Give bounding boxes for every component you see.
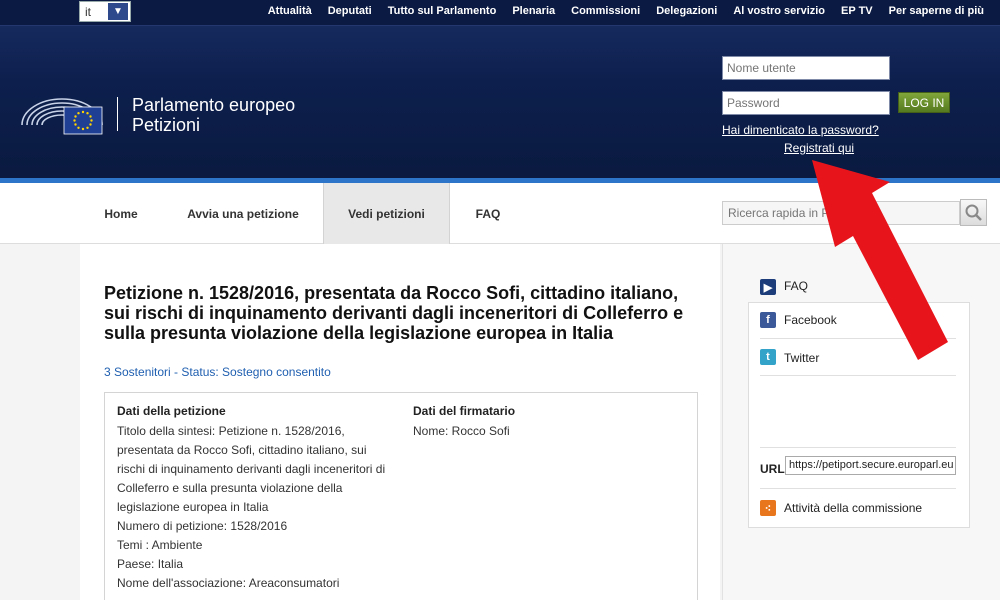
petition-details-text: Titolo della sintesi: Petizione n. 1528/… xyxy=(117,422,387,593)
detail-line: legislazione europea in Italia xyxy=(117,500,269,514)
menu-item-al-vostro-servizio[interactable]: Al vostro servizio xyxy=(733,5,825,17)
detail-line: Numero di petizione: 1528/2016 xyxy=(117,519,288,533)
site-header: it ▼ Attualità Deputati Tutto sul Parlam… xyxy=(0,0,1000,178)
committee-activity-link[interactable]: Attività della commissione xyxy=(784,501,922,515)
top-menu: Attualità Deputati Tutto sul Parlamento … xyxy=(268,5,984,17)
twitter-link[interactable]: Twitter xyxy=(784,351,819,365)
forgot-password-link[interactable]: Hai dimenticato la password? xyxy=(722,123,879,137)
language-value: it xyxy=(85,4,91,19)
detail-line: Nome dell'associazione: Areaconsumatori xyxy=(117,576,340,590)
url-field[interactable]: https://petiport.secure.europarl.eu xyxy=(785,456,956,475)
password-input[interactable] xyxy=(722,91,890,115)
share-divider xyxy=(760,447,956,448)
sidebar-faq-link[interactable]: FAQ xyxy=(784,279,808,293)
facebook-link[interactable]: Facebook xyxy=(784,313,837,327)
menu-item-ep-tv[interactable]: EP TV xyxy=(841,5,873,17)
menu-item-commissioni[interactable]: Commissioni xyxy=(571,5,640,17)
rss-icon[interactable]: ⁖ xyxy=(760,500,776,516)
nav-faq[interactable]: FAQ xyxy=(460,183,516,244)
petition-status-line[interactable]: 3 Sostenitori - Status: Sostegno consent… xyxy=(104,365,331,379)
petition-details-heading: Dati della petizione xyxy=(117,404,226,418)
url-label: URL xyxy=(760,462,785,476)
menu-item-plenaria[interactable]: Plenaria xyxy=(512,5,555,17)
dropdown-arrow-icon[interactable]: ▼ xyxy=(108,3,128,20)
detail-line: Temi : Ambiente xyxy=(117,538,203,552)
detail-line: Paese: Italia xyxy=(117,557,184,571)
menu-item-deputati[interactable]: Deputati xyxy=(328,5,372,17)
detail-line: rischi di inquinamento derivanti dagli i… xyxy=(117,462,386,476)
signatory-name: Nome: Rocco Sofi xyxy=(413,424,510,438)
nav-view-petitions[interactable]: Vedi petizioni xyxy=(323,183,450,244)
username-input[interactable] xyxy=(722,56,890,80)
nav-start-petition[interactable]: Avvia una petizione xyxy=(172,183,314,244)
site-logo[interactable]: Parlamento europeo Petizioni xyxy=(20,85,320,140)
main-navigation: Home Avvia una petizione Vedi petizioni … xyxy=(0,183,1000,244)
share-divider xyxy=(760,338,956,339)
search-button[interactable] xyxy=(960,199,987,226)
play-icon[interactable]: ▶ xyxy=(760,279,776,295)
menu-item-tutto-sul-parlamento[interactable]: Tutto sul Parlamento xyxy=(388,5,497,17)
detail-line: Titolo della sintesi: Petizione n. 1528/… xyxy=(117,424,345,438)
logo-divider xyxy=(117,97,118,131)
menu-item-per-saperne-di-piu[interactable]: Per saperne di più xyxy=(889,5,984,17)
signatory-details-heading: Dati del firmatario xyxy=(413,404,516,418)
magnifier-icon xyxy=(965,204,982,221)
facebook-icon[interactable]: f xyxy=(760,312,776,328)
logo-title: Parlamento europeo xyxy=(132,95,296,115)
quick-search-input[interactable] xyxy=(722,201,960,225)
top-navigation-bar: it ▼ Attualità Deputati Tutto sul Parlam… xyxy=(0,0,1000,26)
language-selector[interactable]: it ▼ xyxy=(79,1,131,22)
login-button[interactable]: LOG IN xyxy=(898,92,950,113)
nav-home[interactable]: Home xyxy=(90,183,152,244)
share-divider xyxy=(760,488,956,489)
menu-item-attualita[interactable]: Attualità xyxy=(268,5,312,17)
menu-item-delegazioni[interactable]: Delegazioni xyxy=(656,5,717,17)
twitter-icon[interactable]: t xyxy=(760,349,776,365)
logo-subtitle: Petizioni xyxy=(132,115,201,135)
petition-title: Petizione n. 1528/2016, presentata da Ro… xyxy=(104,283,684,343)
detail-line: presentata da Rocco Sofi, cittadino ital… xyxy=(117,443,367,457)
register-link[interactable]: Registrati qui xyxy=(784,141,854,155)
parliament-emblem-icon xyxy=(21,98,103,135)
share-divider xyxy=(760,375,956,376)
detail-line: Colleferro e sulla presunta violazione d… xyxy=(117,481,343,495)
share-box xyxy=(748,302,970,528)
